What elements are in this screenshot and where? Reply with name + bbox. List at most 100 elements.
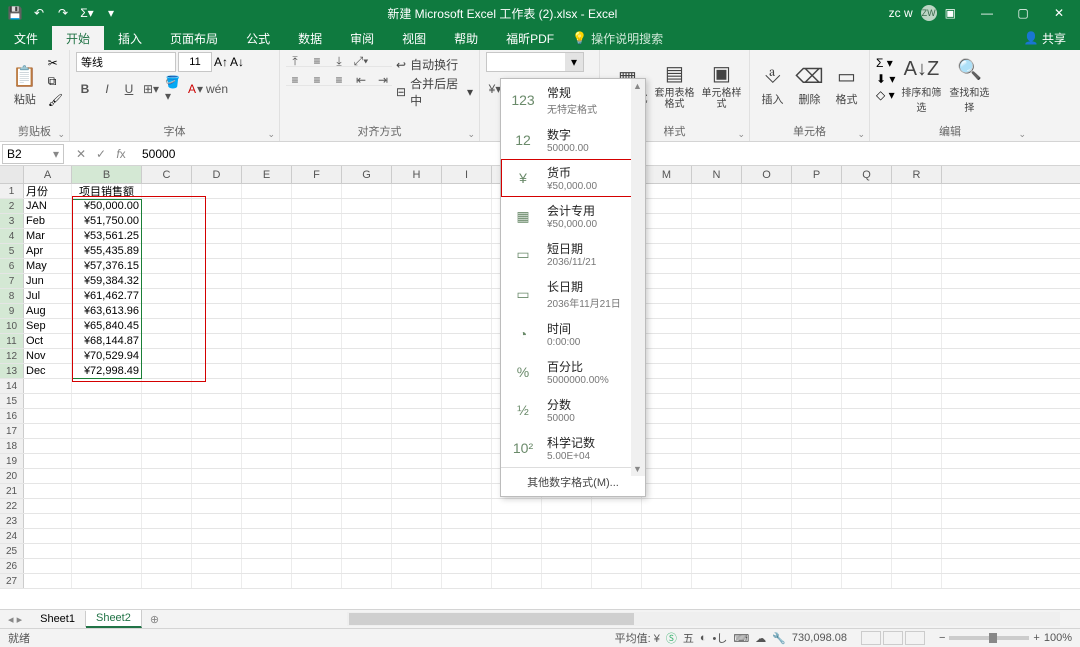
decrease-font-icon[interactable]: A↓ bbox=[230, 55, 244, 69]
cell[interactable] bbox=[742, 199, 792, 213]
cell[interactable]: Mar bbox=[24, 229, 72, 243]
pagebreak-view-icon[interactable] bbox=[905, 631, 925, 645]
cell[interactable]: Jun bbox=[24, 274, 72, 288]
cell[interactable] bbox=[142, 559, 192, 573]
cell[interactable] bbox=[392, 379, 442, 393]
save-icon[interactable]: 💾 bbox=[6, 4, 24, 22]
align-bottom-icon[interactable]: ⤓ bbox=[330, 52, 348, 70]
cell[interactable] bbox=[24, 544, 72, 558]
row-header[interactable]: 23 bbox=[0, 514, 24, 528]
cell[interactable] bbox=[892, 274, 942, 288]
name-box[interactable]: B2▾ bbox=[2, 144, 64, 164]
row-header[interactable]: 3 bbox=[0, 214, 24, 228]
cell[interactable] bbox=[72, 574, 142, 588]
cell[interactable] bbox=[792, 319, 842, 333]
cell[interactable] bbox=[642, 199, 692, 213]
cell[interactable] bbox=[892, 514, 942, 528]
cell[interactable] bbox=[192, 259, 242, 273]
cell[interactable] bbox=[24, 529, 72, 543]
cell[interactable] bbox=[692, 469, 742, 483]
fill-color-icon[interactable]: 🪣▾ bbox=[164, 80, 182, 98]
undo-icon[interactable]: ↶ bbox=[30, 4, 48, 22]
cell[interactable] bbox=[642, 424, 692, 438]
number-format-combo[interactable]: ▾ bbox=[486, 52, 584, 72]
cell[interactable] bbox=[692, 484, 742, 498]
col-header-B[interactable]: B bbox=[72, 166, 142, 183]
cell[interactable] bbox=[892, 559, 942, 573]
cell[interactable] bbox=[442, 304, 492, 318]
cell[interactable] bbox=[242, 424, 292, 438]
cell[interactable] bbox=[742, 334, 792, 348]
cell[interactable] bbox=[642, 544, 692, 558]
col-header-E[interactable]: E bbox=[242, 166, 292, 183]
cell[interactable] bbox=[842, 529, 892, 543]
cell[interactable] bbox=[642, 469, 692, 483]
cell[interactable] bbox=[392, 229, 442, 243]
cell[interactable] bbox=[242, 574, 292, 588]
cell[interactable] bbox=[742, 409, 792, 423]
cell[interactable] bbox=[792, 559, 842, 573]
cell[interactable] bbox=[192, 424, 242, 438]
cell[interactable] bbox=[442, 484, 492, 498]
cell[interactable]: Dec bbox=[24, 364, 72, 378]
cell[interactable] bbox=[742, 514, 792, 528]
cell[interactable] bbox=[392, 304, 442, 318]
cell[interactable] bbox=[142, 244, 192, 258]
view-buttons[interactable] bbox=[855, 631, 931, 645]
cell[interactable] bbox=[392, 574, 442, 588]
cell[interactable] bbox=[692, 364, 742, 378]
cell[interactable] bbox=[892, 289, 942, 303]
increase-font-icon[interactable]: A↑ bbox=[214, 55, 228, 69]
cell[interactable] bbox=[142, 349, 192, 363]
cell[interactable] bbox=[842, 409, 892, 423]
col-header-G[interactable]: G bbox=[342, 166, 392, 183]
cell[interactable] bbox=[342, 409, 392, 423]
cell[interactable] bbox=[292, 514, 342, 528]
merge-button[interactable]: ⊟合并后居中▾ bbox=[396, 75, 473, 109]
cell[interactable] bbox=[342, 229, 392, 243]
cell[interactable] bbox=[342, 379, 392, 393]
cell[interactable] bbox=[542, 544, 592, 558]
tell-me[interactable]: 💡 操作说明搜索 bbox=[572, 26, 663, 50]
cell[interactable] bbox=[692, 349, 742, 363]
cell[interactable] bbox=[742, 349, 792, 363]
cell[interactable] bbox=[692, 289, 742, 303]
user-block[interactable]: zc w ZW ▣ bbox=[879, 5, 966, 21]
cell[interactable] bbox=[592, 514, 642, 528]
cell[interactable]: JAN bbox=[24, 199, 72, 213]
cell[interactable] bbox=[292, 319, 342, 333]
cell[interactable] bbox=[292, 574, 342, 588]
cell[interactable] bbox=[72, 529, 142, 543]
row-header[interactable]: 22 bbox=[0, 499, 24, 513]
align-top-icon[interactable]: ⤒ bbox=[286, 52, 304, 70]
cell[interactable] bbox=[792, 514, 842, 528]
cell[interactable] bbox=[192, 439, 242, 453]
cell[interactable] bbox=[142, 199, 192, 213]
cell[interactable] bbox=[72, 499, 142, 513]
nf-item-7[interactable]: %百分比5000000.00% bbox=[501, 353, 645, 391]
cell[interactable] bbox=[292, 229, 342, 243]
cell[interactable] bbox=[642, 319, 692, 333]
cell[interactable] bbox=[242, 544, 292, 558]
cell[interactable] bbox=[492, 529, 542, 543]
cell[interactable] bbox=[742, 184, 792, 198]
cell[interactable] bbox=[442, 409, 492, 423]
cell[interactable] bbox=[792, 304, 842, 318]
cell[interactable] bbox=[692, 529, 742, 543]
cell[interactable] bbox=[342, 199, 392, 213]
cell[interactable] bbox=[442, 364, 492, 378]
cell[interactable] bbox=[542, 499, 592, 513]
cell[interactable] bbox=[242, 214, 292, 228]
cell[interactable] bbox=[842, 229, 892, 243]
qa-dropdown-icon[interactable]: ▾ bbox=[102, 4, 120, 22]
cell[interactable] bbox=[792, 469, 842, 483]
cell[interactable] bbox=[192, 559, 242, 573]
cell[interactable] bbox=[142, 514, 192, 528]
cell[interactable] bbox=[342, 274, 392, 288]
cell[interactable] bbox=[792, 574, 842, 588]
cell[interactable] bbox=[192, 304, 242, 318]
cell[interactable] bbox=[342, 349, 392, 363]
row-header[interactable]: 11 bbox=[0, 334, 24, 348]
cell[interactable] bbox=[24, 409, 72, 423]
cell[interactable] bbox=[442, 349, 492, 363]
